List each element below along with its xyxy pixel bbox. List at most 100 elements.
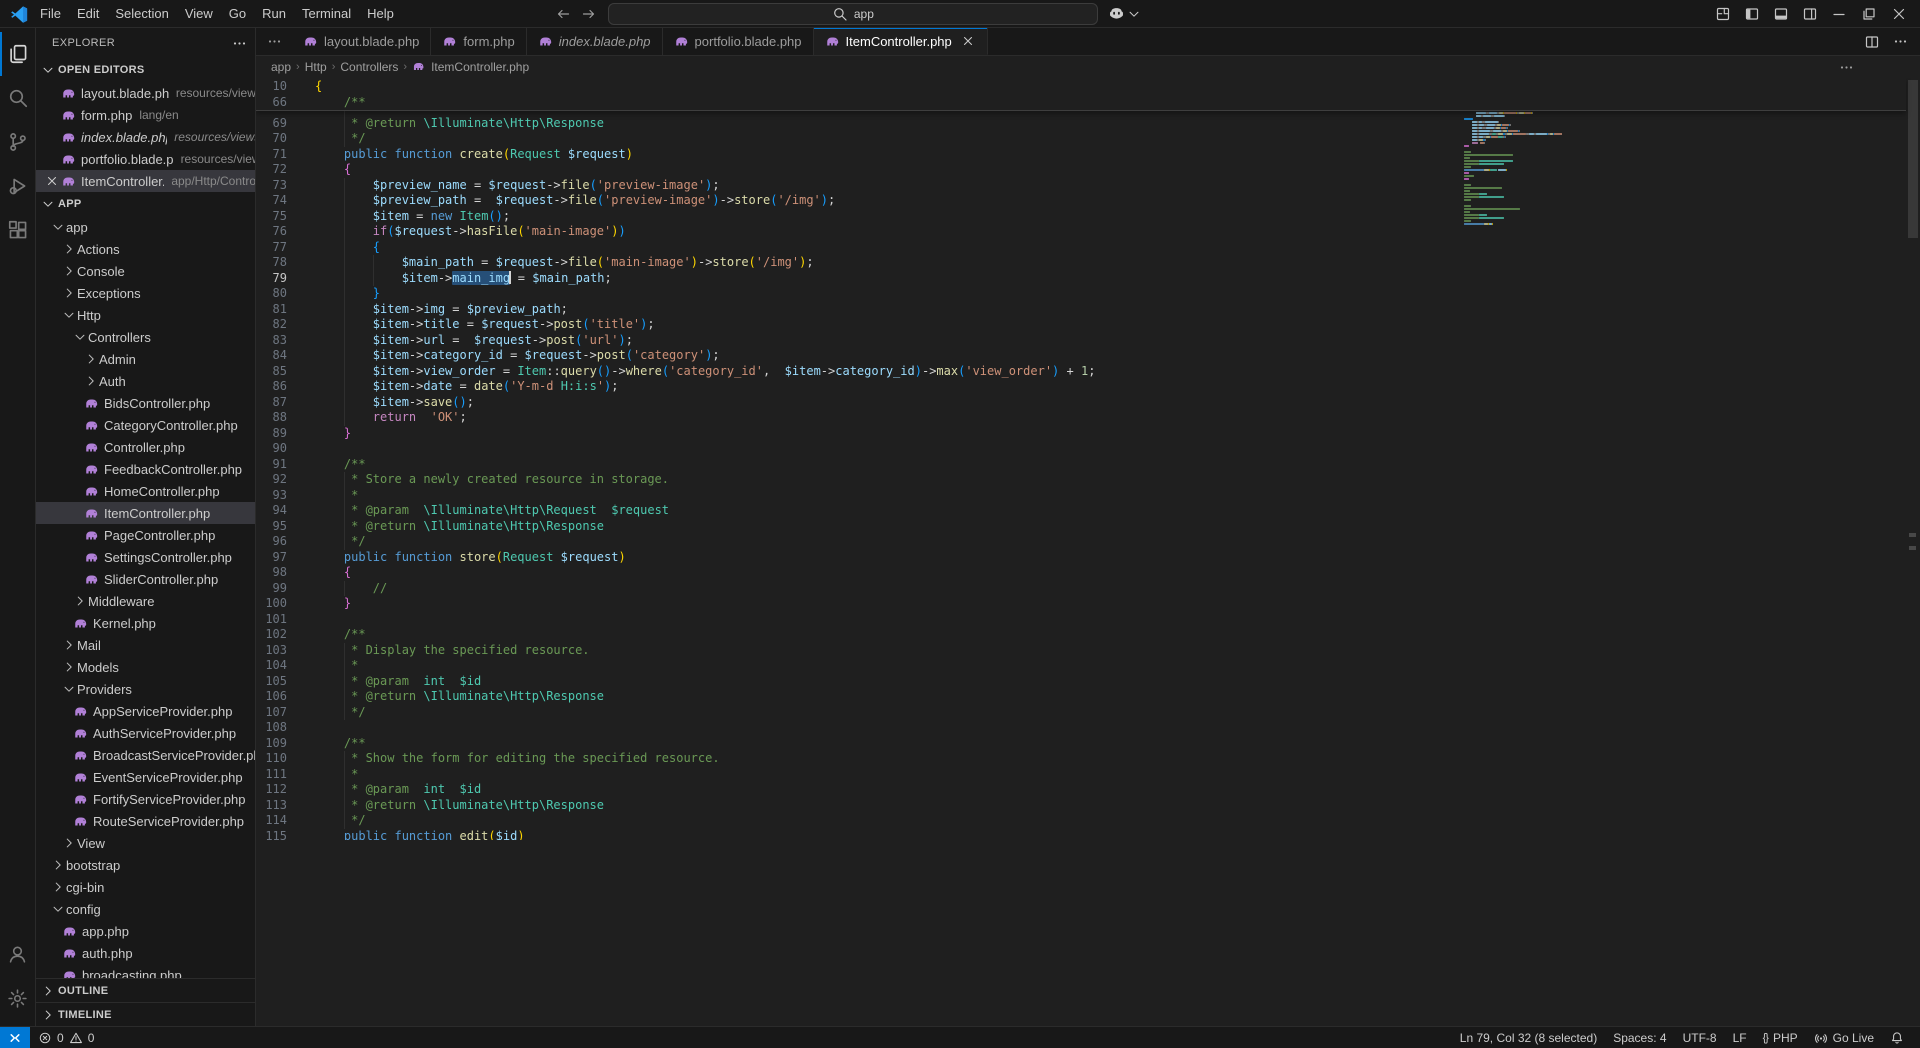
line-number[interactable]: 98 bbox=[256, 565, 301, 581]
tree-file-authserviceprovider-php[interactable]: AuthServiceProvider.php bbox=[36, 722, 255, 744]
code-line-94[interactable]: 94 * @param \Illuminate\Http\Request $re… bbox=[256, 503, 1920, 519]
breadcrumb-file[interactable]: ItemController.php bbox=[431, 60, 529, 74]
line-number[interactable]: 96 bbox=[256, 534, 301, 550]
line-number[interactable]: 70 bbox=[256, 131, 301, 147]
tree-file-slidercontroller-php[interactable]: SliderController.php bbox=[36, 568, 255, 590]
code-line-92[interactable]: 92 * Store a newly created resource in s… bbox=[256, 472, 1920, 488]
line-number[interactable]: 88 bbox=[256, 410, 301, 426]
code-line-88[interactable]: 88 return 'OK'; bbox=[256, 410, 1920, 426]
code-line-84[interactable]: 84 $item->category_id = $request->post('… bbox=[256, 348, 1920, 364]
vertical-scrollbar[interactable] bbox=[1906, 78, 1920, 1026]
tree-file-pagecontroller-php[interactable]: PageController.php bbox=[36, 524, 255, 546]
menu-view[interactable]: View bbox=[177, 3, 221, 25]
scrollbar-thumb[interactable] bbox=[1908, 80, 1918, 238]
command-center-search[interactable]: app bbox=[608, 3, 1098, 25]
code-line-98[interactable]: 98 { bbox=[256, 565, 1920, 581]
history-back-button[interactable] bbox=[552, 3, 574, 25]
line-number[interactable]: 78 bbox=[256, 255, 301, 271]
code-line-113[interactable]: 113 * @return \Illuminate\Http\Response bbox=[256, 798, 1920, 814]
close-window-button[interactable] bbox=[1884, 1, 1914, 27]
tree-folder-http[interactable]: Http bbox=[36, 304, 255, 326]
code-line-96[interactable]: 96 */ bbox=[256, 534, 1920, 550]
tab-form-php[interactable]: form.php bbox=[431, 28, 526, 55]
line-number[interactable]: 83 bbox=[256, 333, 301, 349]
line-number[interactable]: 101 bbox=[256, 612, 301, 628]
line-number[interactable]: 81 bbox=[256, 302, 301, 318]
line-number[interactable]: 112 bbox=[256, 782, 301, 798]
problems-status[interactable]: 0 0 bbox=[30, 1027, 102, 1048]
toggle-primary-sidebar-button[interactable] bbox=[1737, 1, 1766, 27]
code-line-95[interactable]: 95 * @return \Illuminate\Http\Response bbox=[256, 519, 1920, 535]
tree-folder-controllers[interactable]: Controllers bbox=[36, 326, 255, 348]
toggle-panel-button[interactable] bbox=[1766, 1, 1795, 27]
sticky-scroll[interactable]: 10{66 /** bbox=[256, 78, 1906, 111]
code-line-86[interactable]: 86 $item->date = date('Y-m-d H:i:s'); bbox=[256, 379, 1920, 395]
activitybar-search[interactable] bbox=[0, 76, 35, 120]
menu-help[interactable]: Help bbox=[359, 3, 402, 25]
line-number[interactable]: 93 bbox=[256, 488, 301, 504]
menu-run[interactable]: Run bbox=[254, 3, 294, 25]
line-number[interactable]: 10 bbox=[256, 79, 301, 95]
tree-file-broadcastserviceprovider-php[interactable]: BroadcastServiceProvider.php bbox=[36, 744, 255, 766]
tree-folder-actions[interactable]: Actions bbox=[36, 238, 255, 260]
code-line-80[interactable]: 80 } bbox=[256, 286, 1920, 302]
minimize-button[interactable] bbox=[1824, 1, 1854, 27]
close-icon[interactable] bbox=[44, 174, 60, 188]
history-forward-button[interactable] bbox=[578, 3, 600, 25]
line-number[interactable]: 82 bbox=[256, 317, 301, 333]
code-line-101[interactable]: 101 bbox=[256, 612, 1920, 628]
customize-layout-button[interactable] bbox=[1708, 1, 1737, 27]
tree-file-bidscontroller-php[interactable]: BidsController.php bbox=[36, 392, 255, 414]
line-number[interactable]: 91 bbox=[256, 457, 301, 473]
line-number[interactable]: 97 bbox=[256, 550, 301, 566]
open-editor-item[interactable]: index.blade.phpresources/views bbox=[36, 126, 255, 148]
tab-portfolio-blade-php[interactable]: portfolio.blade.php bbox=[663, 28, 814, 55]
line-number[interactable]: 94 bbox=[256, 503, 301, 519]
tree-folder-console[interactable]: Console bbox=[36, 260, 255, 282]
split-editor-button[interactable] bbox=[1860, 29, 1884, 55]
line-number[interactable]: 108 bbox=[256, 720, 301, 736]
code-line-114[interactable]: 114 */ bbox=[256, 813, 1920, 829]
line-number[interactable]: 111 bbox=[256, 767, 301, 783]
line-number[interactable]: 76 bbox=[256, 224, 301, 240]
tree-file-appserviceprovider-php[interactable]: AppServiceProvider.php bbox=[36, 700, 255, 722]
code-line-103[interactable]: 103 * Display the specified resource. bbox=[256, 643, 1920, 659]
line-number[interactable]: 75 bbox=[256, 209, 301, 225]
open-editor-item[interactable]: form.phplang/en bbox=[36, 104, 255, 126]
tree-file-controller-php[interactable]: Controller.php bbox=[36, 436, 255, 458]
code-line-69[interactable]: 69 * @return \Illuminate\Http\Response bbox=[256, 116, 1920, 132]
line-number[interactable]: 84 bbox=[256, 348, 301, 364]
restore-button[interactable] bbox=[1854, 1, 1884, 27]
tree-file-categorycontroller-php[interactable]: CategoryController.php bbox=[36, 414, 255, 436]
outline-section-header[interactable]: OUTLINE bbox=[36, 978, 255, 1002]
code-line-70[interactable]: 70 */ bbox=[256, 131, 1920, 147]
line-number[interactable]: 80 bbox=[256, 286, 301, 302]
code-line-81[interactable]: 81 $item->img = $preview_path; bbox=[256, 302, 1920, 318]
tree-folder-auth[interactable]: Auth bbox=[36, 370, 255, 392]
line-number[interactable]: 104 bbox=[256, 658, 301, 674]
tree-file-fortifyserviceprovider-php[interactable]: FortifyServiceProvider.php bbox=[36, 788, 255, 810]
code-line-89[interactable]: 89 } bbox=[256, 426, 1920, 442]
status-language-mode[interactable]: {}PHP bbox=[1755, 1027, 1806, 1048]
tree-folder-app[interactable]: app bbox=[36, 216, 255, 238]
line-number[interactable]: 99 bbox=[256, 581, 301, 597]
code-line-97[interactable]: 97 public function store(Request $reques… bbox=[256, 550, 1920, 566]
line-number[interactable]: 92 bbox=[256, 472, 301, 488]
breadcrumb-item[interactable]: Controllers bbox=[340, 60, 398, 74]
tree-folder-mail[interactable]: Mail bbox=[36, 634, 255, 656]
activitybar-run-and-debug[interactable] bbox=[0, 164, 35, 208]
remote-indicator[interactable] bbox=[0, 1027, 30, 1048]
minimap[interactable] bbox=[1462, 82, 1562, 1026]
code-line-109[interactable]: 109 /** bbox=[256, 736, 1920, 752]
app-section-header[interactable]: APP bbox=[36, 192, 255, 216]
code-line-76[interactable]: 76 if($request->hasFile('main-image')) bbox=[256, 224, 1920, 240]
tree-folder-view[interactable]: View bbox=[36, 832, 255, 854]
status-notifications[interactable] bbox=[1882, 1027, 1912, 1048]
line-number[interactable]: 72 bbox=[256, 162, 301, 178]
line-number[interactable]: 87 bbox=[256, 395, 301, 411]
code-line-78[interactable]: 78 $main_path = $request->file('main-ima… bbox=[256, 255, 1920, 271]
tree-folder-cgi-bin[interactable]: cgi-bin bbox=[36, 876, 255, 898]
menu-edit[interactable]: Edit bbox=[69, 3, 107, 25]
tree-folder-bootstrap[interactable]: bootstrap bbox=[36, 854, 255, 876]
code-line-106[interactable]: 106 * @return \Illuminate\Http\Response bbox=[256, 689, 1920, 705]
